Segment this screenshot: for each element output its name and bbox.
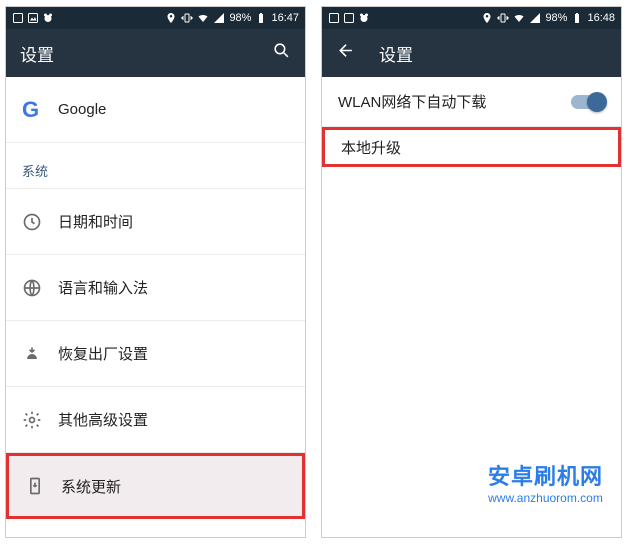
wifi-icon — [513, 12, 525, 24]
location-icon — [481, 12, 493, 24]
settings-list: G Google 系统 日期和时间 语言和输入法 恢复出厂设置 其他高级设置 系… — [6, 77, 305, 538]
location-icon — [165, 12, 177, 24]
status-bar: 98% 16:48 — [322, 7, 621, 29]
signal-icon — [213, 12, 225, 24]
notif-icon — [328, 12, 340, 24]
app-bar: 设置 — [322, 29, 621, 77]
watermark-title: 安卓刷机网 — [488, 464, 603, 490]
bear-icon — [42, 12, 54, 24]
battery-pct: 98% — [545, 12, 567, 24]
clock-text: 16:48 — [587, 12, 615, 24]
settings-item-system-update[interactable]: 系统更新 — [6, 453, 305, 519]
settings-item-datetime[interactable]: 日期和时间 — [6, 189, 305, 255]
watermark: 安卓刷机网 www.anzhuorom.com — [488, 464, 603, 505]
app-bar: 设置 — [6, 29, 305, 77]
row-local-upgrade[interactable]: 本地升级 — [322, 127, 621, 167]
settings-item-factory-reset[interactable]: 恢复出厂设置 — [6, 321, 305, 387]
bear-icon — [358, 12, 370, 24]
search-icon[interactable] — [272, 41, 291, 65]
notif-icon — [12, 12, 24, 24]
battery-icon — [571, 12, 583, 24]
clock-icon — [22, 212, 58, 232]
settings-item-google[interactable]: G Google — [6, 77, 305, 143]
signal-icon — [529, 12, 541, 24]
watermark-url: www.anzhuorom.com — [488, 491, 603, 505]
settings-item-language[interactable]: 语言和输入法 — [6, 255, 305, 321]
wifi-icon — [197, 12, 209, 24]
section-header-system: 系统 — [6, 143, 305, 189]
settings-item-about-phone[interactable]: 关于手机 — [6, 519, 305, 538]
settings-item-label: 系统更新 — [61, 476, 286, 497]
settings-item-label: Google — [58, 101, 289, 118]
settings-item-other-advanced[interactable]: 其他高级设置 — [6, 387, 305, 453]
settings-item-label: 其他高级设置 — [58, 409, 289, 430]
status-bar: 98% 16:47 — [6, 7, 305, 29]
battery-icon — [255, 12, 267, 24]
screenshot-settings-list: 98% 16:47 设置 G Google 系统 日期和时间 语言和输入法 恢复… — [5, 6, 306, 538]
update-settings-list: WLAN网络下自动下载 本地升级 — [322, 77, 621, 167]
toggle-switch-on[interactable] — [571, 95, 605, 109]
page-title: 设置 — [379, 41, 413, 66]
battery-pct: 98% — [229, 12, 251, 24]
settings-item-label: 日期和时间 — [58, 211, 289, 232]
clock-text: 16:47 — [271, 12, 299, 24]
system-update-icon — [25, 476, 61, 496]
screenshot-update-settings: 98% 16:48 设置 WLAN网络下自动下载 本地升级 安卓刷机网 www.… — [321, 6, 622, 538]
gear-icon — [22, 410, 58, 430]
row-wlan-auto-download[interactable]: WLAN网络下自动下载 — [322, 77, 621, 127]
row-label: WLAN网络下自动下载 — [338, 91, 571, 112]
settings-item-label: 语言和输入法 — [58, 277, 289, 298]
notif-icon — [343, 12, 355, 24]
row-label: 本地升级 — [341, 137, 602, 158]
picture-icon — [27, 12, 39, 24]
vibrate-icon — [181, 12, 193, 24]
globe-icon — [22, 278, 58, 298]
google-g-icon: G — [22, 97, 58, 123]
page-title: 设置 — [20, 41, 54, 66]
settings-item-label: 恢复出厂设置 — [58, 343, 289, 364]
backup-icon — [22, 344, 58, 364]
vibrate-icon — [497, 12, 509, 24]
back-icon[interactable] — [336, 41, 355, 65]
